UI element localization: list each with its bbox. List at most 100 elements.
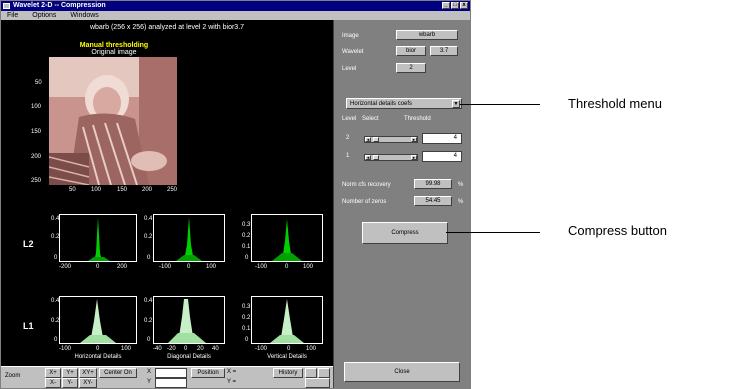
hist-xtick: -100 xyxy=(255,346,268,352)
hist-ytick: 0 xyxy=(245,255,249,261)
left-arrow-icon[interactable]: ◄ xyxy=(365,137,371,142)
close-window-button[interactable]: x xyxy=(460,2,468,9)
center-y-label: Y xyxy=(147,379,152,385)
history-button[interactable]: History xyxy=(273,368,303,378)
histogram-l1-diagonal xyxy=(153,296,225,344)
threshold-menu-value: Horizontal details coefs xyxy=(350,101,413,107)
histogram-l2-diagonal xyxy=(153,214,225,262)
right-arrow-icon[interactable]: ► xyxy=(411,137,417,142)
percent-sign: % xyxy=(458,199,464,205)
row-label-l2: L2 xyxy=(23,239,34,249)
hist-xtick: 100 xyxy=(206,264,217,270)
image-xtick: 100 xyxy=(91,187,102,193)
zoom-x-plus-button[interactable]: X+ xyxy=(45,368,61,378)
center-x-input[interactable] xyxy=(155,368,187,378)
wavelet-family-field: bior xyxy=(396,46,426,56)
number-of-zeros-value: 54.45 xyxy=(414,196,452,206)
hist-ytick: 0.1 xyxy=(242,244,251,250)
hist-xtick: 0 xyxy=(96,264,100,270)
norm-recovery-label: Norm cfs recovery xyxy=(342,182,391,188)
hist-ytick: 0 xyxy=(147,255,151,261)
hist-xtick: 40 xyxy=(212,346,219,352)
threshold-input-level-2[interactable]: 4 xyxy=(422,133,462,144)
hist-xtick: 100 xyxy=(306,346,317,352)
level-field: 2 xyxy=(396,63,426,73)
zoom-xy-minus-button[interactable]: XY- xyxy=(79,378,97,388)
hist-xtick: 20 xyxy=(197,346,204,352)
analysis-subtitle: wbarb (256 x 256) analyzed at level 2 wi… xyxy=(89,24,245,31)
hist-xtick: -100 xyxy=(255,264,268,270)
image-xtick: 150 xyxy=(117,187,128,193)
left-arrow-icon[interactable]: ◄ xyxy=(365,155,371,160)
row-level: 1 xyxy=(346,153,350,159)
control-panel: Image wbarb Wavelet bior 3.7 Level 2 Hor… xyxy=(333,20,470,388)
original-image xyxy=(49,57,177,185)
hist-ytick: 0.1 xyxy=(242,326,251,332)
column-threshold: Threshold xyxy=(404,116,431,122)
histogram-l2-vertical xyxy=(251,214,323,262)
hist-ytick: 0.2 xyxy=(144,318,153,324)
threshold-menu-callout: Threshold menu xyxy=(568,96,662,111)
history-back-button[interactable] xyxy=(305,368,317,378)
right-arrow-icon[interactable]: ► xyxy=(411,155,417,160)
row-label-l1: L1 xyxy=(23,321,34,331)
center-y-input[interactable] xyxy=(155,378,187,388)
hist-ytick: 0.2 xyxy=(242,315,251,321)
window-title: Wavelet 2-D -- Compression xyxy=(13,2,106,9)
hist-xtick: 0 xyxy=(187,264,191,270)
hist-xtick: 0 xyxy=(285,264,289,270)
compress-button[interactable]: Compress xyxy=(362,222,448,244)
histogram-l1-horizontal xyxy=(59,296,137,344)
threshold-menu[interactable]: Horizontal details coefs ▼ xyxy=(346,98,462,109)
hist-ytick: 0 xyxy=(54,255,58,261)
image-xtick: 250 xyxy=(167,187,178,193)
title-bar[interactable]: Wavelet 2-D -- Compression _ □ x xyxy=(1,1,470,11)
menu-options[interactable]: Options xyxy=(32,11,56,20)
percent-sign: % xyxy=(458,182,464,188)
hist-ytick: 0.2 xyxy=(51,234,60,240)
zoom-y-plus-button[interactable]: Y+ xyxy=(62,368,78,378)
histogram-l1-vertical xyxy=(251,296,323,344)
history-reset-button[interactable] xyxy=(305,378,330,388)
threshold-slider-level-2[interactable]: ◄ ► xyxy=(364,136,418,143)
image-ytick: 50 xyxy=(35,80,42,86)
slider-thumb[interactable] xyxy=(373,137,379,142)
wavelet-label: Wavelet xyxy=(342,49,364,55)
image-ytick: 200 xyxy=(31,154,42,160)
maximize-button[interactable]: □ xyxy=(451,2,459,9)
zoom-x-minus-button[interactable]: X- xyxy=(45,378,61,388)
level-label: Level xyxy=(342,66,357,72)
threshold-slider-level-1[interactable]: ◄ ► xyxy=(364,154,418,161)
plot-area: wbarb (256 x 256) analyzed at level 2 wi… xyxy=(1,20,333,366)
hist-xtick: 200 xyxy=(117,264,128,270)
wavelet-compression-window: Wavelet 2-D -- Compression _ □ x File Op… xyxy=(0,0,471,389)
minimize-button[interactable]: _ xyxy=(442,2,450,9)
zoom-xy-plus-button[interactable]: XY+ xyxy=(79,368,97,378)
histogram-l2-horizontal xyxy=(59,214,137,262)
compress-button-callout: Compress button xyxy=(568,223,667,238)
hist-xtick: 100 xyxy=(121,346,132,352)
menu-windows[interactable]: Windows xyxy=(70,11,98,20)
close-button[interactable]: Close xyxy=(344,362,460,382)
position-x-readout: X = xyxy=(227,369,237,375)
hist-ytick: 0.2 xyxy=(242,233,251,239)
image-label: Image xyxy=(342,33,359,39)
caption-horizontal-details: Horizontal Details xyxy=(74,354,122,360)
position-button[interactable]: Position xyxy=(191,368,225,378)
hist-xtick: -20 xyxy=(167,346,176,352)
history-forward-button[interactable] xyxy=(318,368,330,378)
zoom-label: Zoom xyxy=(5,373,21,379)
slider-thumb[interactable] xyxy=(373,155,379,160)
column-select: Select xyxy=(362,116,379,122)
image-xtick: 200 xyxy=(142,187,153,193)
center-on-button[interactable]: Center On xyxy=(99,368,137,378)
hist-xtick: 0 xyxy=(184,346,188,352)
norm-recovery-value: 99.98 xyxy=(414,179,452,189)
threshold-input-level-1[interactable]: 4 xyxy=(422,151,462,162)
column-level: Level xyxy=(342,116,357,122)
menu-file[interactable]: File xyxy=(7,11,18,20)
compress-button-callout-line xyxy=(446,232,540,233)
zoom-y-minus-button[interactable]: Y- xyxy=(62,378,78,388)
hist-ytick: 0.4 xyxy=(144,216,153,222)
wavelet-number-field: 3.7 xyxy=(430,46,458,56)
